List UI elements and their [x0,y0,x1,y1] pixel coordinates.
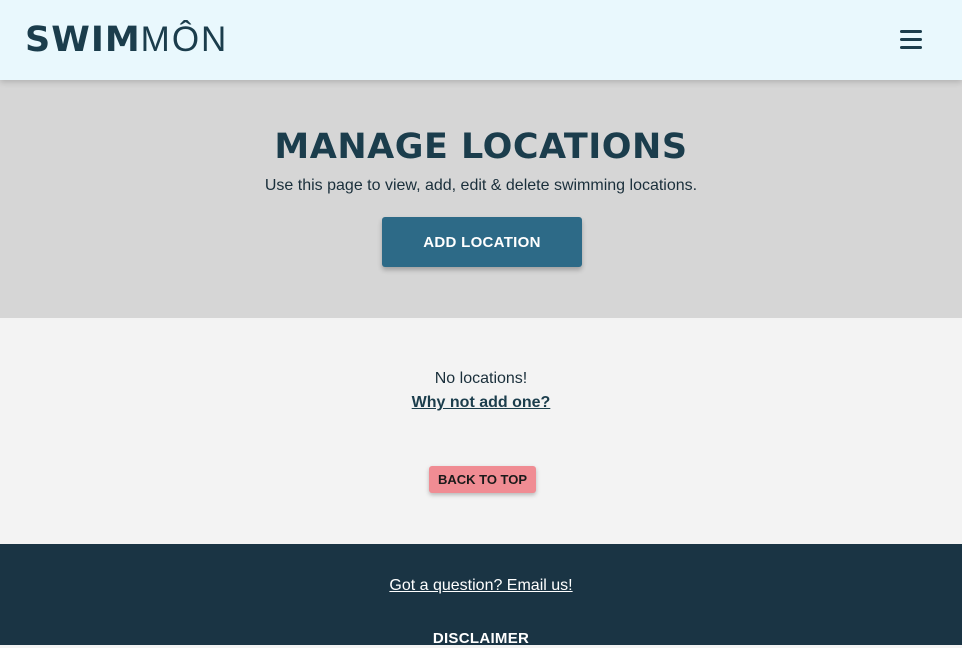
empty-state-link-wrapper: Why not add one? [0,393,962,413]
disclaimer-heading: DISCLAIMER [432,630,530,647]
empty-state-message: No locations! [434,370,528,387]
logo-text-bold: SWIM [25,20,141,60]
hamburger-bar [900,46,922,49]
email-us-link[interactable]: Got a question? Email us! [389,577,572,594]
logo-text-light: MÔN [140,20,229,59]
locations-list-section: No locations! Why not add one? BACK TO T… [0,318,962,544]
contact-link-wrapper: Got a question? Email us! [0,576,962,596]
swimmon-logo[interactable]: SWIM MÔN [25,20,228,60]
back-to-top-button[interactable]: BACK TO TOP [429,466,536,493]
add-location-button[interactable]: ADD LOCATION [382,217,582,267]
hamburger-bar [900,38,922,41]
hamburger-menu-icon[interactable] [900,29,922,50]
page-title: MANAGE LOCATIONS [274,127,688,167]
hamburger-bar [900,30,922,33]
hero-section: MANAGE LOCATIONS Use this page to view, … [0,80,962,318]
site-footer: Got a question? Email us! DISCLAIMER [0,544,962,647]
site-header: SWIM MÔN [0,0,962,80]
page-subtitle: Use this page to view, add, edit & delet… [264,177,698,194]
add-one-link[interactable]: Why not add one? [412,394,551,411]
